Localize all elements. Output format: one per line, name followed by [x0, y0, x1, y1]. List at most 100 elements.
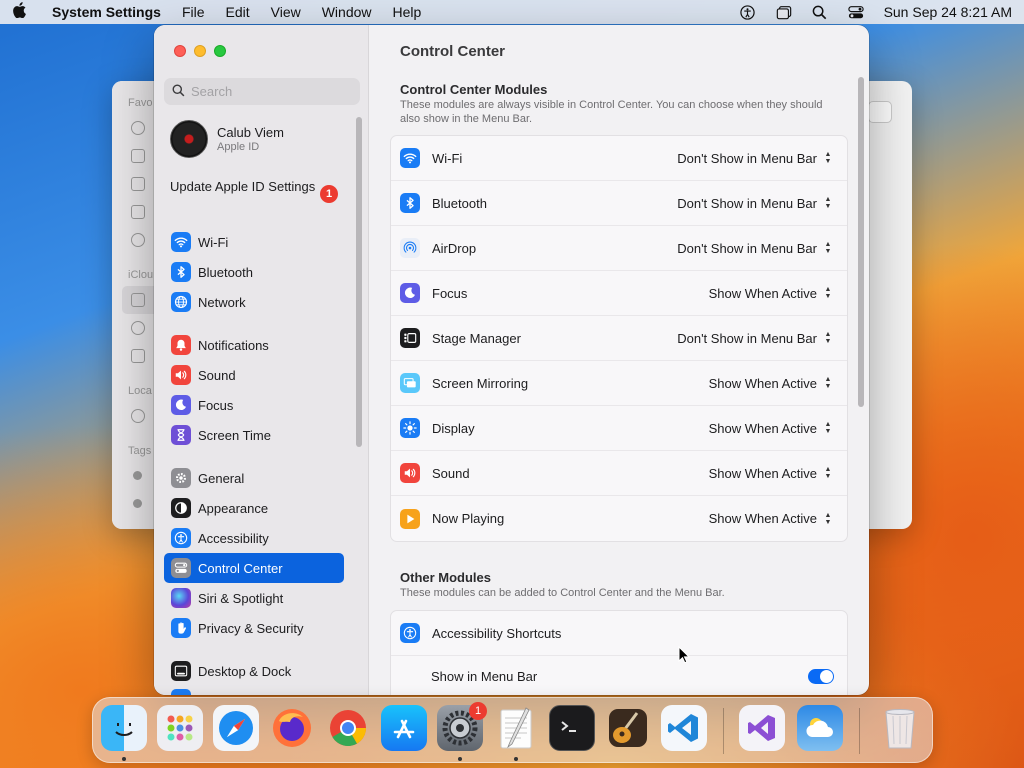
chevron-updown-icon: ▲ ▼ [824, 151, 832, 165]
other-section-title: Other Modules [400, 570, 492, 585]
modules-section-description: These modules are always visible in Cont… [400, 99, 823, 125]
select-value: Don't Show in Menu Bar [677, 195, 817, 211]
sidebar-item-label: Sound [198, 367, 236, 383]
chevron-updown-icon: ▲ ▼ [824, 331, 832, 345]
select-value: Show When Active [708, 511, 817, 526]
sidebar-item-accessibility[interactable]: Accessibility [164, 523, 344, 553]
sidebar-item-sound[interactable]: Sound [164, 360, 344, 390]
siri-icon [171, 588, 191, 608]
module-label: Now Playing [432, 511, 505, 526]
avatar [170, 120, 208, 158]
disk-icon [131, 409, 145, 423]
sidebar-item-label: Privacy & Security [198, 620, 304, 636]
launchpad-icon[interactable] [157, 705, 203, 751]
sidebar-scrollbar[interactable] [356, 117, 362, 447]
sidebar-item-label: Wi-Fi [198, 234, 229, 250]
chevron-updown-icon: ▲ ▼ [824, 421, 832, 435]
sidebar-item-privacy-security[interactable]: Privacy & Security [164, 613, 344, 643]
sidebar-item-desktop-dock[interactable]: Desktop & Dock [164, 656, 344, 686]
apple-menu-icon[interactable] [12, 1, 40, 23]
gear-icon [171, 468, 191, 488]
sidebar-item-focus[interactable]: Focus [164, 390, 344, 420]
menu-bar-visibility-select[interactable]: Show When Active ▲ ▼ [709, 285, 834, 301]
menu-bar-visibility-select[interactable]: Show When Active ▲ ▼ [709, 511, 834, 527]
update-apple-id-settings[interactable]: Update Apple ID Settings [170, 179, 340, 195]
visual-studio-icon[interactable] [739, 705, 785, 751]
finder-search-field [868, 101, 892, 123]
profile-subtitle: Apple ID [217, 141, 260, 153]
trash-icon[interactable] [877, 705, 923, 751]
update-badge: 1 [320, 185, 338, 203]
menu-window[interactable]: Window [322, 4, 372, 20]
stage-manager-status-icon[interactable] [776, 4, 792, 20]
chrome-icon[interactable] [325, 705, 371, 751]
sidebar-item-screen-time[interactable]: Screen Time [164, 420, 344, 450]
airdrop-icon [400, 238, 420, 258]
sidebar-item-appearance[interactable]: Appearance [164, 493, 344, 523]
menu-help[interactable]: Help [393, 4, 422, 20]
search-field[interactable] [164, 78, 360, 105]
sidebar-item-bluetooth[interactable]: Bluetooth [164, 257, 344, 287]
select-value: Show When Active [708, 375, 817, 391]
menu-view[interactable]: View [271, 4, 301, 20]
folder-icon [131, 293, 145, 307]
accessibility-status-icon[interactable] [740, 4, 756, 20]
firefox-icon[interactable] [269, 705, 315, 751]
sidebar-item-siri-spotlight[interactable]: Siri & Spotlight [164, 583, 344, 613]
sidebar-item-network[interactable]: Network [164, 287, 344, 317]
other-modules-list: Accessibility Shortcuts Show in Menu Bar [390, 610, 848, 695]
menu-bar: System Settings File Edit View Window He… [0, 0, 1024, 24]
menu-bar-visibility-select[interactable]: Show When Active ▲ ▼ [709, 420, 834, 436]
garageband-icon[interactable] [605, 705, 651, 751]
show-in-menu-bar-toggle[interactable] [808, 669, 834, 684]
search-input[interactable] [191, 84, 351, 99]
menu-bar-visibility-select[interactable]: Don't Show in Menu Bar ▲ ▼ [677, 240, 834, 256]
module-row-accessibility-shortcuts: Accessibility Shortcuts [391, 611, 847, 656]
running-indicator [458, 757, 462, 761]
menu-clock[interactable]: Sun Sep 24 8:21 AM [884, 4, 1012, 20]
finder-sidebar-label: Loca [128, 385, 152, 397]
menu-bar-visibility-select[interactable]: Show When Active ▲ ▼ [709, 375, 834, 391]
menu-edit[interactable]: Edit [226, 4, 250, 20]
spotlight-search-icon[interactable] [812, 4, 828, 20]
menu-bar-visibility-select[interactable]: Don't Show in Menu Bar ▲ ▼ [677, 150, 834, 166]
zoom-button[interactable] [214, 45, 226, 57]
menu-app-name[interactable]: System Settings [52, 4, 161, 20]
wifi-icon [400, 148, 420, 168]
apple-id-profile[interactable]: Calub Viem Apple ID [170, 120, 284, 158]
sidebar-item-wifi[interactable]: Wi-Fi [164, 227, 344, 257]
accessibility-icon [400, 623, 420, 643]
menu-bar-visibility-select[interactable]: Don't Show in Menu Bar ▲ ▼ [677, 195, 834, 211]
accessibility-icon [171, 528, 191, 548]
other-section-description: These modules can be added to Control Ce… [400, 587, 725, 599]
profile-name: Calub Viem [217, 125, 284, 140]
menu-bar-visibility-select[interactable]: Show When Active ▲ ▼ [709, 465, 834, 481]
weather-icon[interactable] [797, 705, 843, 751]
app-store-icon[interactable] [381, 705, 427, 751]
module-row-airdrop: AirDrop Don't Show in Menu Bar ▲ ▼ [391, 226, 847, 271]
safari-icon[interactable] [213, 705, 259, 751]
main-content: Control Center Control Center Modules Th… [369, 25, 869, 695]
sidebar-item-general[interactable]: General [164, 463, 344, 493]
vscode-icon[interactable] [661, 705, 707, 751]
minimize-button[interactable] [194, 45, 206, 57]
terminal-icon[interactable] [549, 705, 595, 751]
textedit-icon[interactable] [493, 705, 539, 751]
module-label: Accessibility Shortcuts [432, 625, 562, 641]
finder-icon[interactable] [101, 705, 147, 751]
appearance-icon [171, 498, 191, 518]
download-icon [131, 233, 145, 247]
menu-bar-visibility-select[interactable]: Don't Show in Menu Bar ▲ ▼ [677, 330, 834, 346]
content-scrollbar[interactable] [858, 77, 864, 407]
select-value: Don't Show in Menu Bar [677, 330, 817, 346]
shared-folder-icon [131, 349, 145, 363]
menu-file[interactable]: File [182, 4, 205, 20]
sidebar-item-notifications[interactable]: Notifications [164, 330, 344, 360]
finder-sidebar-label: Favo [128, 97, 153, 109]
desktop-icon [131, 177, 145, 191]
close-button[interactable] [174, 45, 186, 57]
mouse-cursor-icon [678, 645, 691, 667]
window-controls [174, 45, 226, 57]
control-center-status-icon[interactable] [847, 4, 864, 20]
sidebar-item-control-center[interactable]: Control Center [164, 553, 344, 583]
